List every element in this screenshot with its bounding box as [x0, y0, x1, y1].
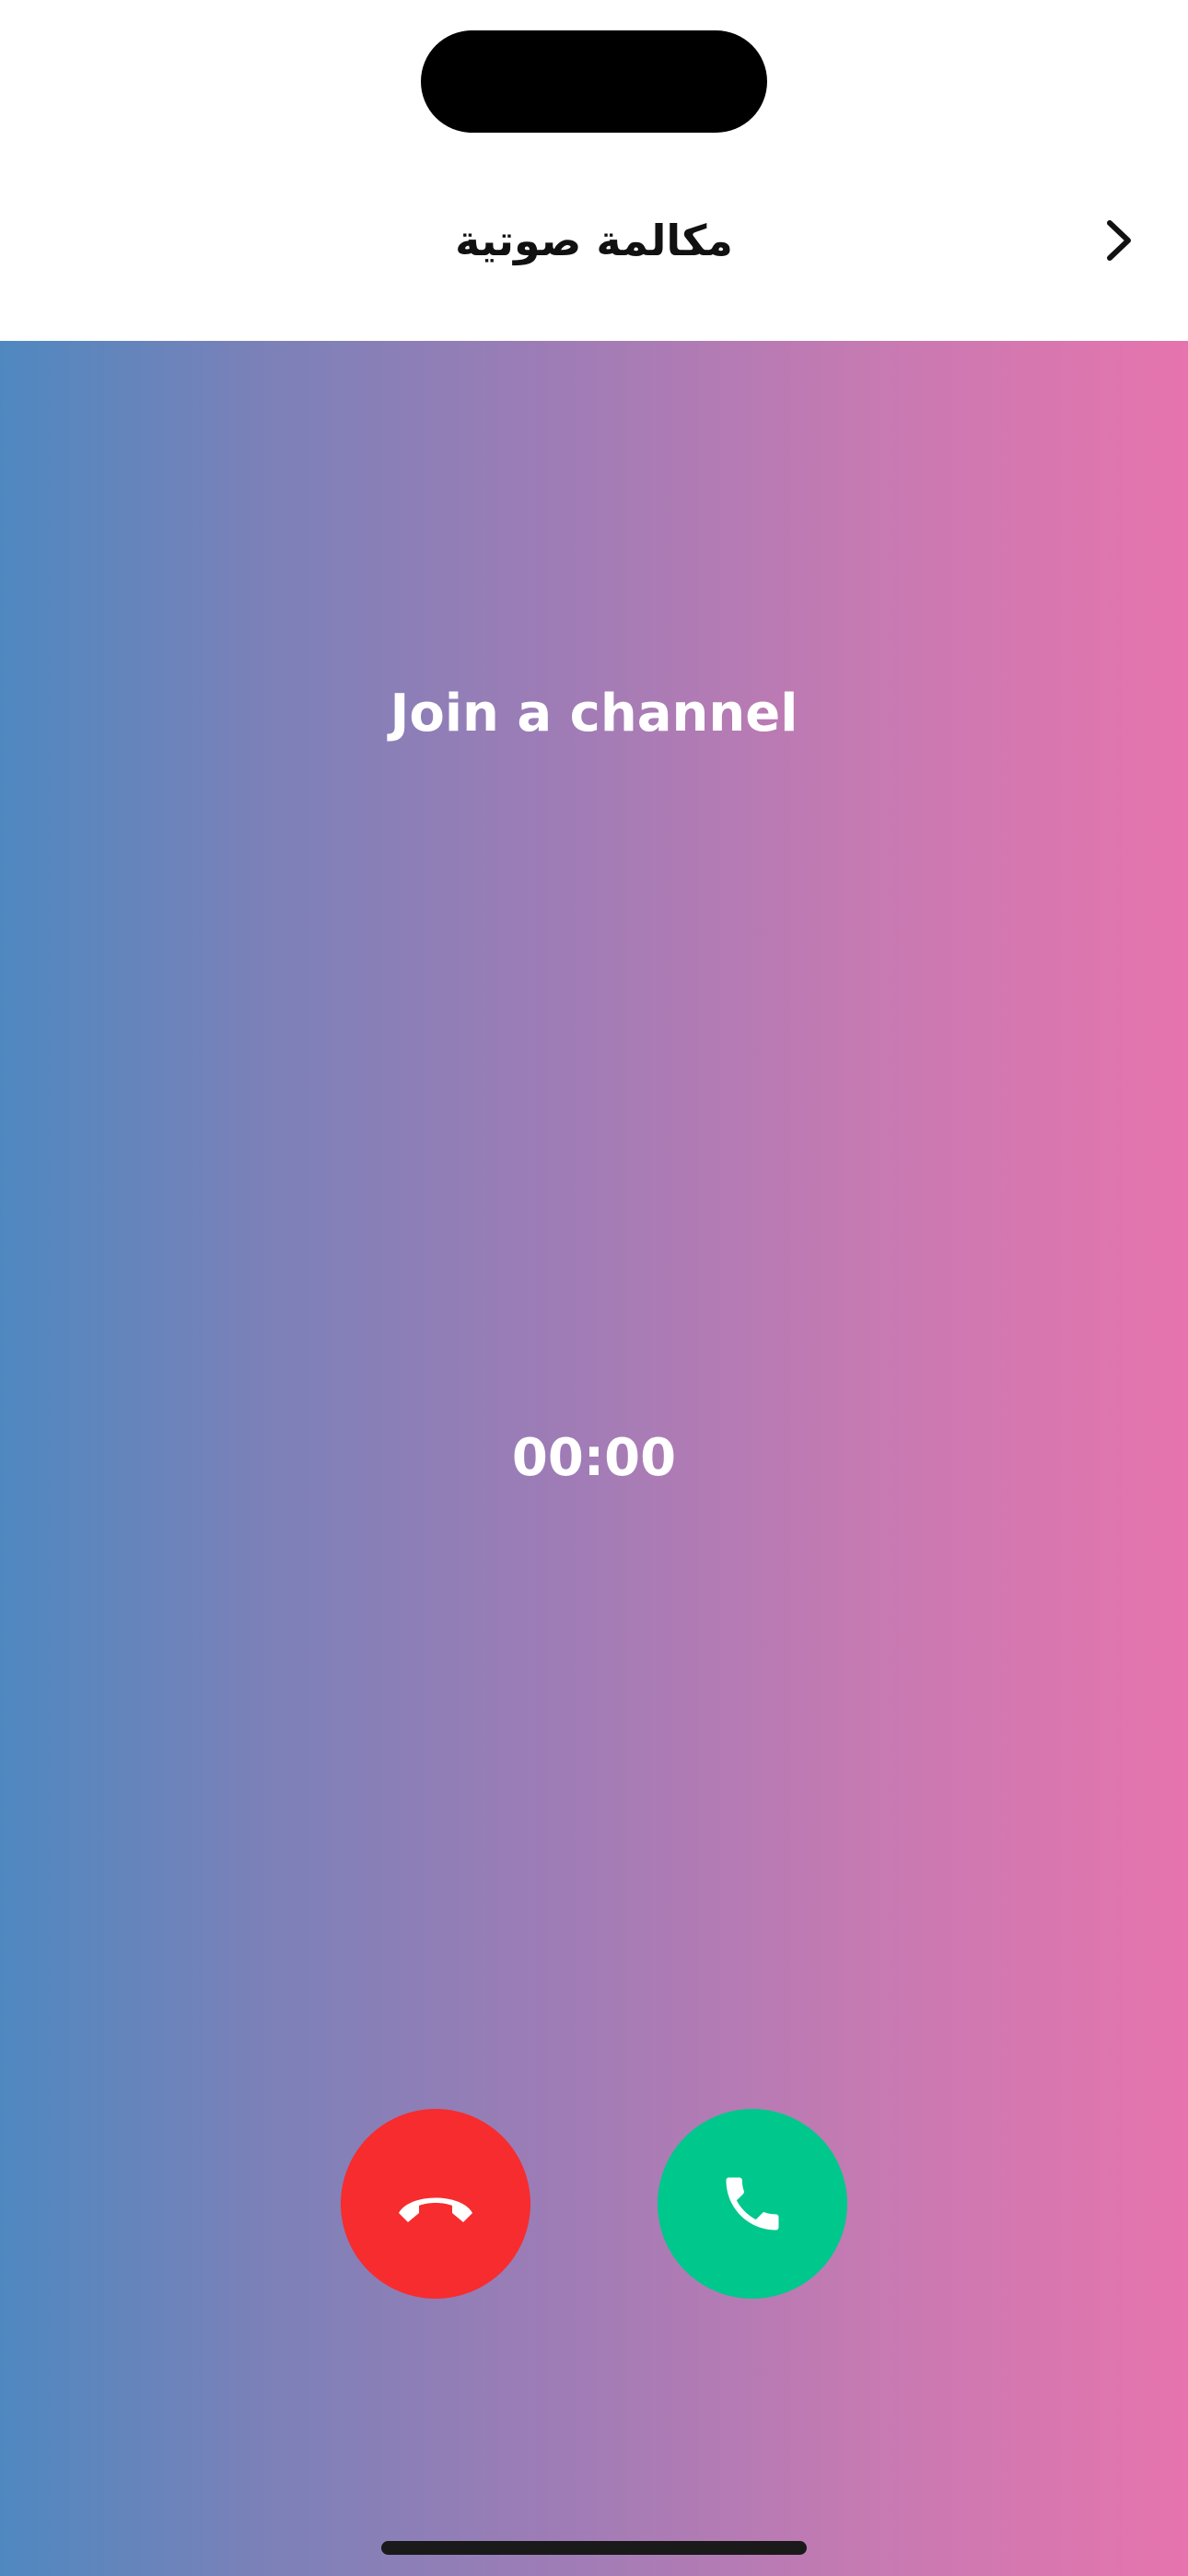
call-timer: 00:00 — [511, 1428, 677, 1488]
dynamic-island — [421, 30, 767, 133]
page-title: مكالمة صوتية — [455, 216, 733, 265]
back-button[interactable] — [1087, 208, 1151, 273]
channel-status-label: Join a channel — [390, 684, 798, 744]
accept-call-button[interactable] — [658, 2109, 847, 2299]
voice-call-screen: مكالمة صوتية Join a channel 00:00 — [0, 0, 1188, 2576]
hang-up-icon — [399, 2197, 472, 2222]
call-area: Join a channel 00:00 — [0, 341, 1188, 2576]
home-indicator[interactable] — [381, 2541, 807, 2555]
phone-icon — [726, 2177, 779, 2231]
chevron-right-icon — [1107, 220, 1131, 261]
decline-call-button[interactable] — [341, 2109, 530, 2299]
